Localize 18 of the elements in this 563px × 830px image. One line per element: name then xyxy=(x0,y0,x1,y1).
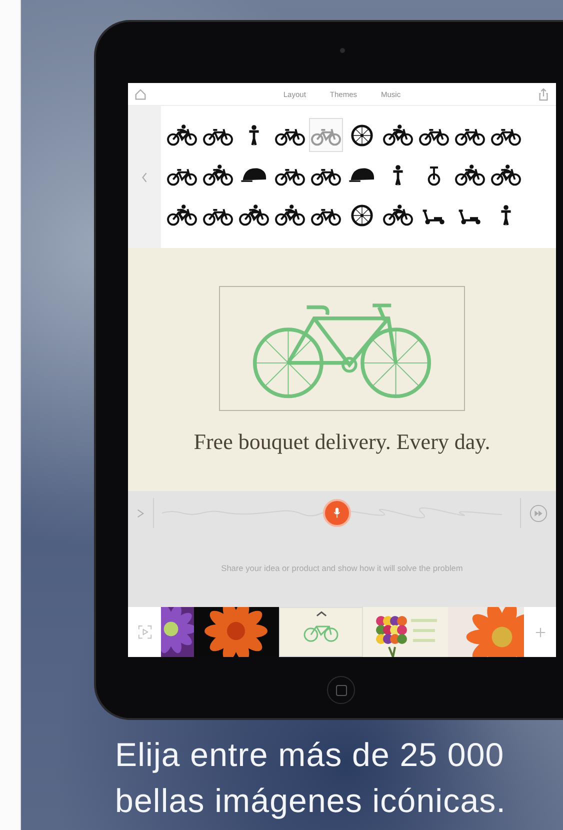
promo-caption: bellas imágenes icónicas. xyxy=(115,781,508,821)
camera-icon xyxy=(340,48,345,53)
narration-hint: Share your idea or product and show how it will solve the problem xyxy=(220,563,464,573)
cyclist-icon[interactable] xyxy=(274,204,306,226)
cyclist-icon[interactable] xyxy=(166,204,198,226)
promo-caption: Elija entre más de 25 000 xyxy=(115,735,506,775)
cyclist-icon[interactable] xyxy=(382,124,414,146)
slide-caption: Free bouquet delivery. Every day. xyxy=(194,429,490,455)
cyclist-icon[interactable] xyxy=(490,164,522,186)
mic-icon xyxy=(333,507,341,519)
mic-button[interactable] xyxy=(323,499,351,527)
cyclist-icon[interactable] xyxy=(238,204,270,226)
cyclist-icon[interactable] xyxy=(454,164,486,186)
chevron-up-icon[interactable] xyxy=(316,611,326,617)
cyclist-icon[interactable] xyxy=(202,164,234,186)
cyclist-icon[interactable] xyxy=(382,204,414,226)
cyclist-icon[interactable] xyxy=(166,124,198,146)
home-button[interactable] xyxy=(327,676,355,704)
